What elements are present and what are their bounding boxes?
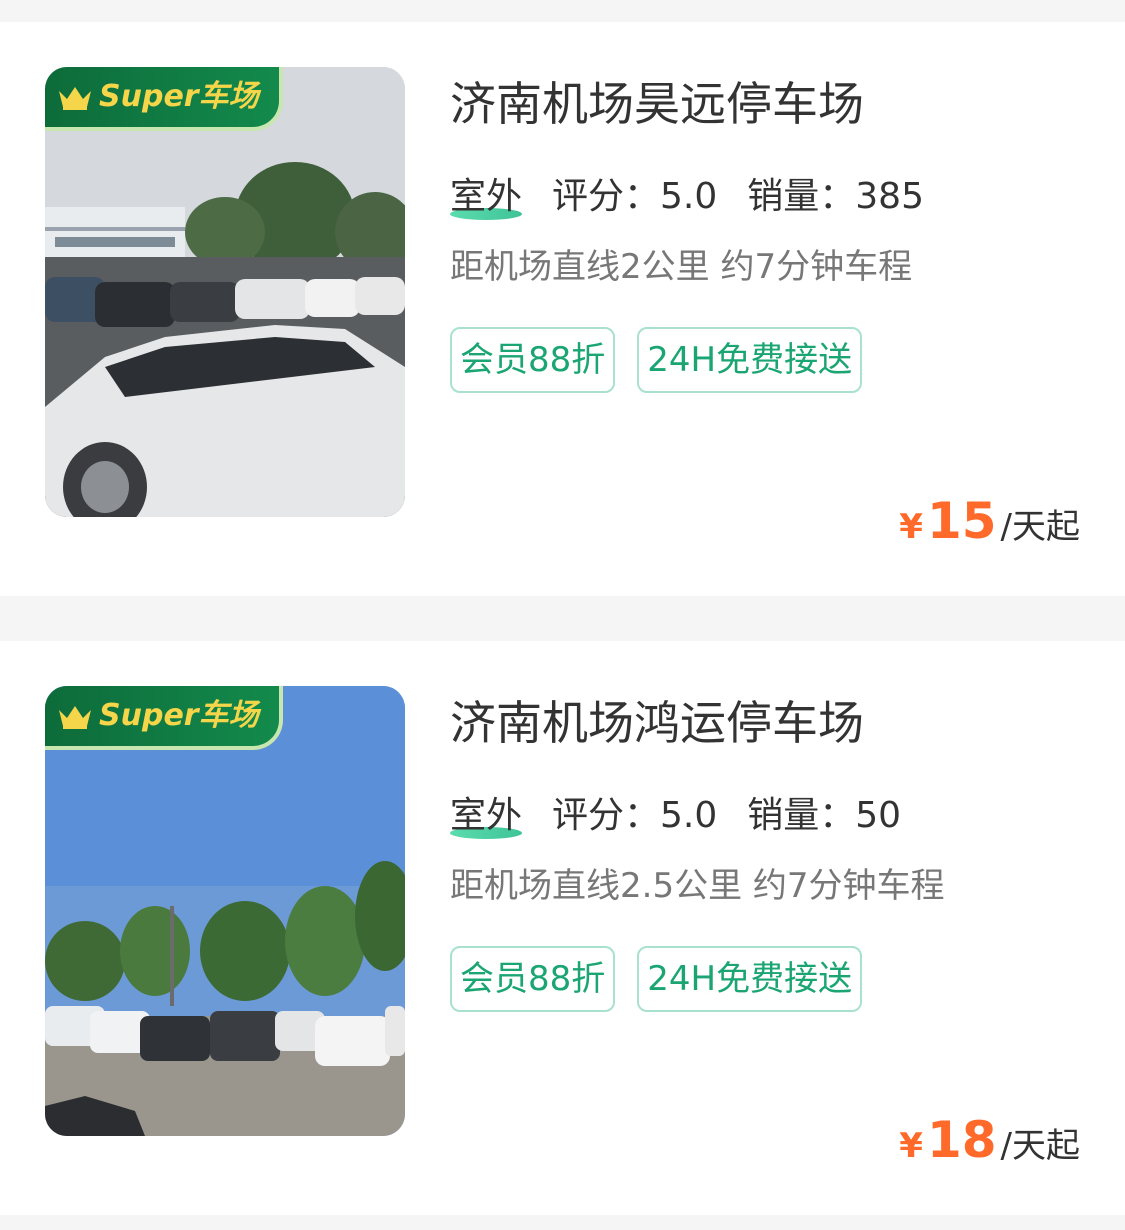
price-display: ¥15/天起: [899, 492, 1080, 552]
badge-text: Super车场: [99, 79, 259, 114]
currency-symbol: ¥: [899, 507, 923, 547]
parking-lot-card[interactable]: Super车场 济南机场鸿运停车场 室外 评分：5.0 销量：50 距机场直线2.…: [0, 641, 1125, 1215]
free-shuttle-tag: 24H免费接送: [637, 327, 863, 393]
member-discount-tag: 会员88折: [450, 327, 616, 393]
price-amount: 15: [926, 492, 997, 550]
crown-icon: [59, 87, 91, 110]
sales-text: 销量：385: [747, 176, 924, 217]
badge-text: Super车场: [99, 698, 259, 733]
parking-lot-photo[interactable]: Super车场: [45, 686, 405, 1136]
distance-text: 距机场直线2.5公里 约7分钟车程: [450, 866, 945, 906]
crown-icon: [59, 706, 91, 729]
price-amount: 18: [926, 1111, 997, 1169]
parking-lot-list: Super车场 济南机场昊远停车场 室外 评分：5.0 销量：385 距机场直线2…: [0, 0, 1125, 1230]
rating-text: 评分：5.0: [552, 176, 718, 217]
super-lot-badge: Super车场: [45, 686, 283, 750]
price-unit: /天起: [1000, 1126, 1080, 1166]
price-display: ¥18/天起: [899, 1111, 1080, 1171]
free-shuttle-tag: 24H免费接送: [637, 946, 863, 1012]
parking-lot-name[interactable]: 济南机场鸿运停车场: [450, 693, 864, 753]
parking-lot-name[interactable]: 济南机场昊远停车场: [450, 74, 864, 134]
rating-text: 评分：5.0: [552, 795, 718, 836]
parking-lot-card[interactable]: Super车场 济南机场昊远停车场 室外 评分：5.0 销量：385 距机场直线2…: [0, 22, 1125, 596]
super-lot-badge: Super车场: [45, 67, 283, 131]
member-discount-tag: 会员88折: [450, 946, 616, 1012]
parking-lot-meta: 室外 评分：5.0 销量：50: [450, 791, 931, 841]
parking-lot-photo[interactable]: Super车场: [45, 67, 405, 517]
parking-lot-meta: 室外 评分：5.0 销量：385: [450, 172, 954, 222]
lot-type-label: 室外: [450, 172, 522, 222]
sales-text: 销量：50: [747, 795, 902, 836]
currency-symbol: ¥: [899, 1126, 923, 1166]
price-unit: /天起: [1000, 507, 1080, 547]
tag-list: 会员88折 24H免费接送: [450, 946, 884, 1012]
lot-type-label: 室外: [450, 791, 522, 841]
tag-list: 会员88折 24H免费接送: [450, 327, 884, 393]
distance-text: 距机场直线2公里 约7分钟车程: [450, 247, 913, 287]
